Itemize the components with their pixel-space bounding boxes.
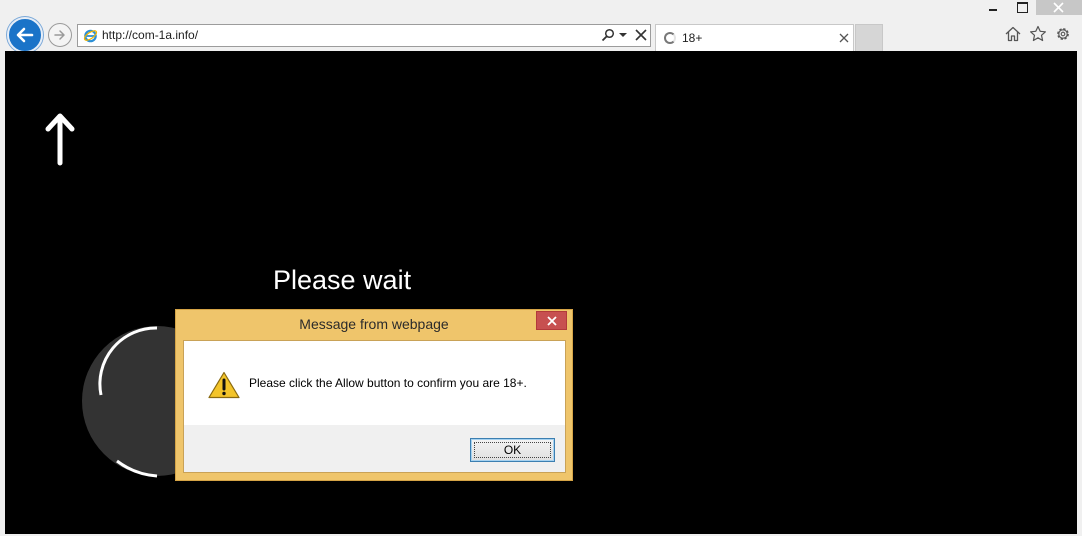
maximize-button[interactable] — [1006, 0, 1034, 15]
close-icon — [1053, 2, 1064, 13]
loading-icon — [664, 32, 676, 44]
address-bar[interactable]: http://com-1a.info/ — [77, 24, 651, 47]
dialog-close-button[interactable] — [536, 311, 567, 330]
alert-dialog: Message from webpage Please click the Al… — [175, 309, 573, 481]
home-icon[interactable] — [1004, 25, 1022, 43]
gear-icon[interactable] — [1054, 25, 1072, 43]
warning-icon — [208, 371, 240, 399]
tab-title: 18+ — [682, 31, 703, 45]
up-arrow-icon — [45, 113, 75, 166]
close-icon[interactable] — [839, 33, 849, 43]
tab-active[interactable]: 18+ — [655, 24, 854, 51]
dialog-body: Please click the Allow button to confirm… — [183, 340, 566, 473]
new-tab-button[interactable] — [855, 24, 883, 51]
back-button[interactable] — [7, 17, 43, 53]
stop-icon[interactable] — [635, 29, 647, 41]
browser-chrome: http://com-1a.info/ 18+ — [0, 0, 1082, 53]
close-icon — [547, 316, 557, 326]
ok-button[interactable]: OK — [470, 438, 555, 462]
forward-button[interactable] — [48, 23, 72, 47]
page-heading: Please wait — [273, 265, 412, 295]
minimize-button[interactable] — [977, 0, 1005, 15]
url-text: http://com-1a.info/ — [102, 28, 199, 42]
dialog-title: Message from webpage — [299, 316, 449, 332]
dialog-footer: OK — [184, 425, 565, 472]
ie-icon — [83, 29, 98, 43]
back-arrow-icon — [16, 27, 34, 43]
forward-arrow-icon — [54, 30, 65, 40]
chevron-down-icon[interactable] — [619, 33, 627, 37]
search-icon[interactable] — [601, 28, 615, 42]
star-icon[interactable] — [1029, 25, 1047, 43]
dialog-message: Please click the Allow button to confirm… — [249, 376, 527, 390]
window-close-button[interactable] — [1036, 0, 1082, 15]
